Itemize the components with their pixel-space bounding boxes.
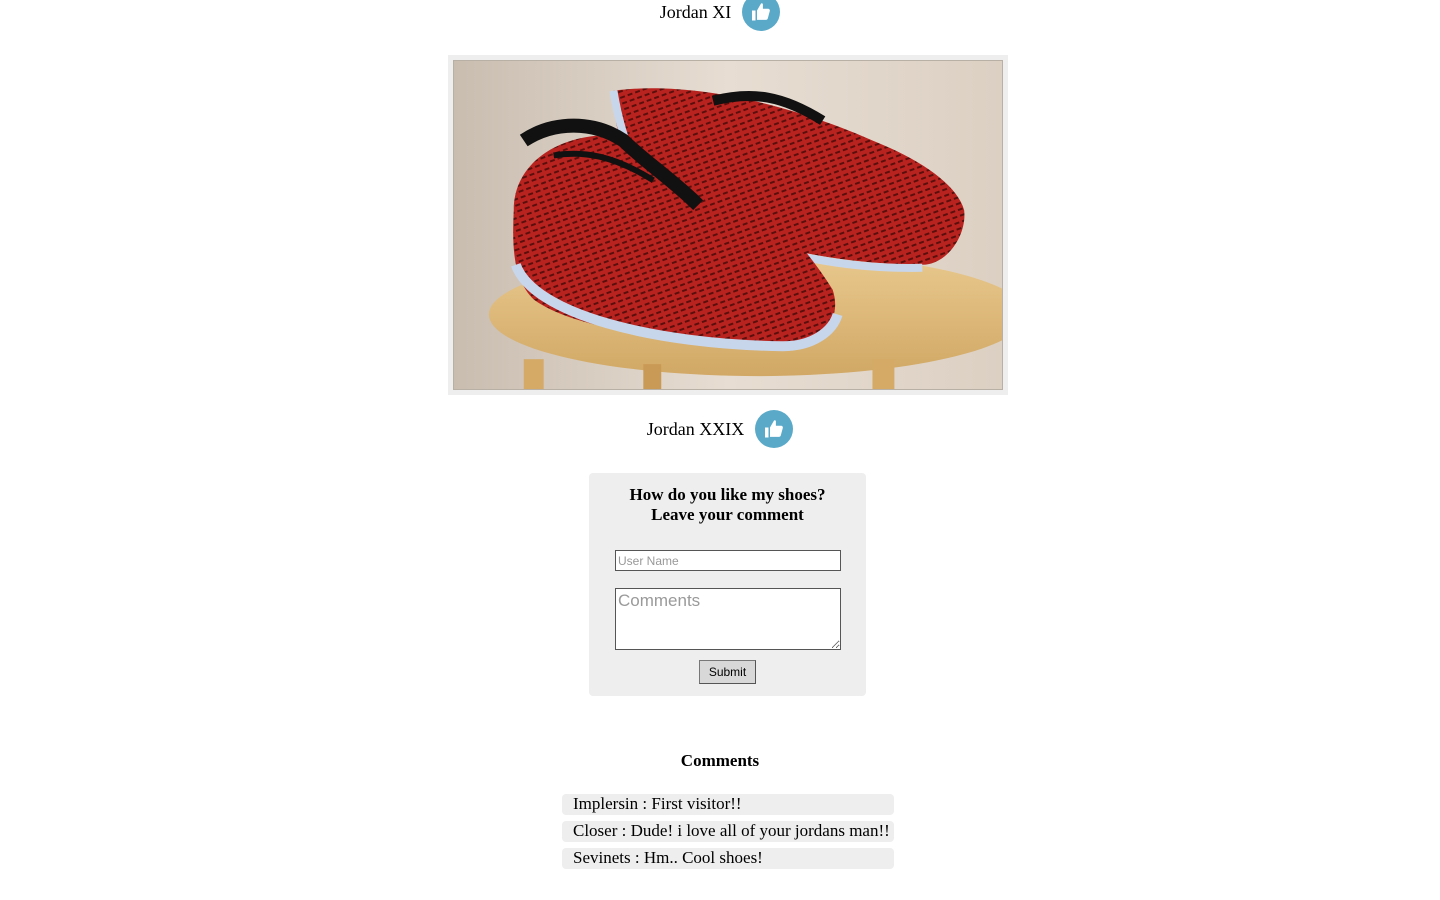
shoe-caption: Jordan XI bbox=[0, 0, 1440, 31]
comment-user: Sevinets bbox=[573, 848, 631, 867]
username-input[interactable] bbox=[615, 550, 841, 571]
shoe-photo[interactable] bbox=[453, 60, 1003, 390]
comment-text: Hm.. Cool shoes! bbox=[643, 848, 763, 867]
comment-item: Sevinets : Hm.. Cool shoes! bbox=[562, 848, 894, 869]
thumbs-up-icon bbox=[752, 3, 771, 21]
comment-text: Dude! i love all of your jordans man!! bbox=[630, 821, 890, 840]
like-button[interactable] bbox=[755, 410, 794, 448]
shoe-caption: Jordan XXIX bbox=[0, 410, 1440, 448]
comments-heading: Comments bbox=[680, 751, 760, 770]
comment-form: How do you like my shoes? Leave your com… bbox=[589, 473, 866, 696]
shoe-name: Jordan XXIX bbox=[646, 418, 745, 439]
shoe-photo-frame bbox=[448, 55, 1008, 395]
form-title-line: How do you like my shoes? bbox=[629, 485, 826, 504]
submit-button[interactable]: Submit bbox=[699, 660, 756, 684]
comments-textarea[interactable] bbox=[615, 588, 841, 650]
shoe-name: Jordan XI bbox=[659, 1, 732, 22]
comment-item: Closer : Dude! i love all of your jordan… bbox=[562, 821, 894, 842]
form-title: How do you like my shoes? Leave your com… bbox=[589, 485, 866, 525]
comment-list: Implersin : First visitor!! Closer : Dud… bbox=[562, 794, 894, 875]
thumbs-up-icon bbox=[765, 420, 784, 438]
comment-user: Closer bbox=[573, 821, 618, 840]
comment-text: First visitor!! bbox=[651, 794, 742, 813]
like-button[interactable] bbox=[742, 0, 781, 31]
comment-item: Implersin : First visitor!! bbox=[562, 794, 894, 815]
comment-user: Implersin bbox=[573, 794, 639, 813]
form-title-line: Leave your comment bbox=[651, 505, 804, 524]
